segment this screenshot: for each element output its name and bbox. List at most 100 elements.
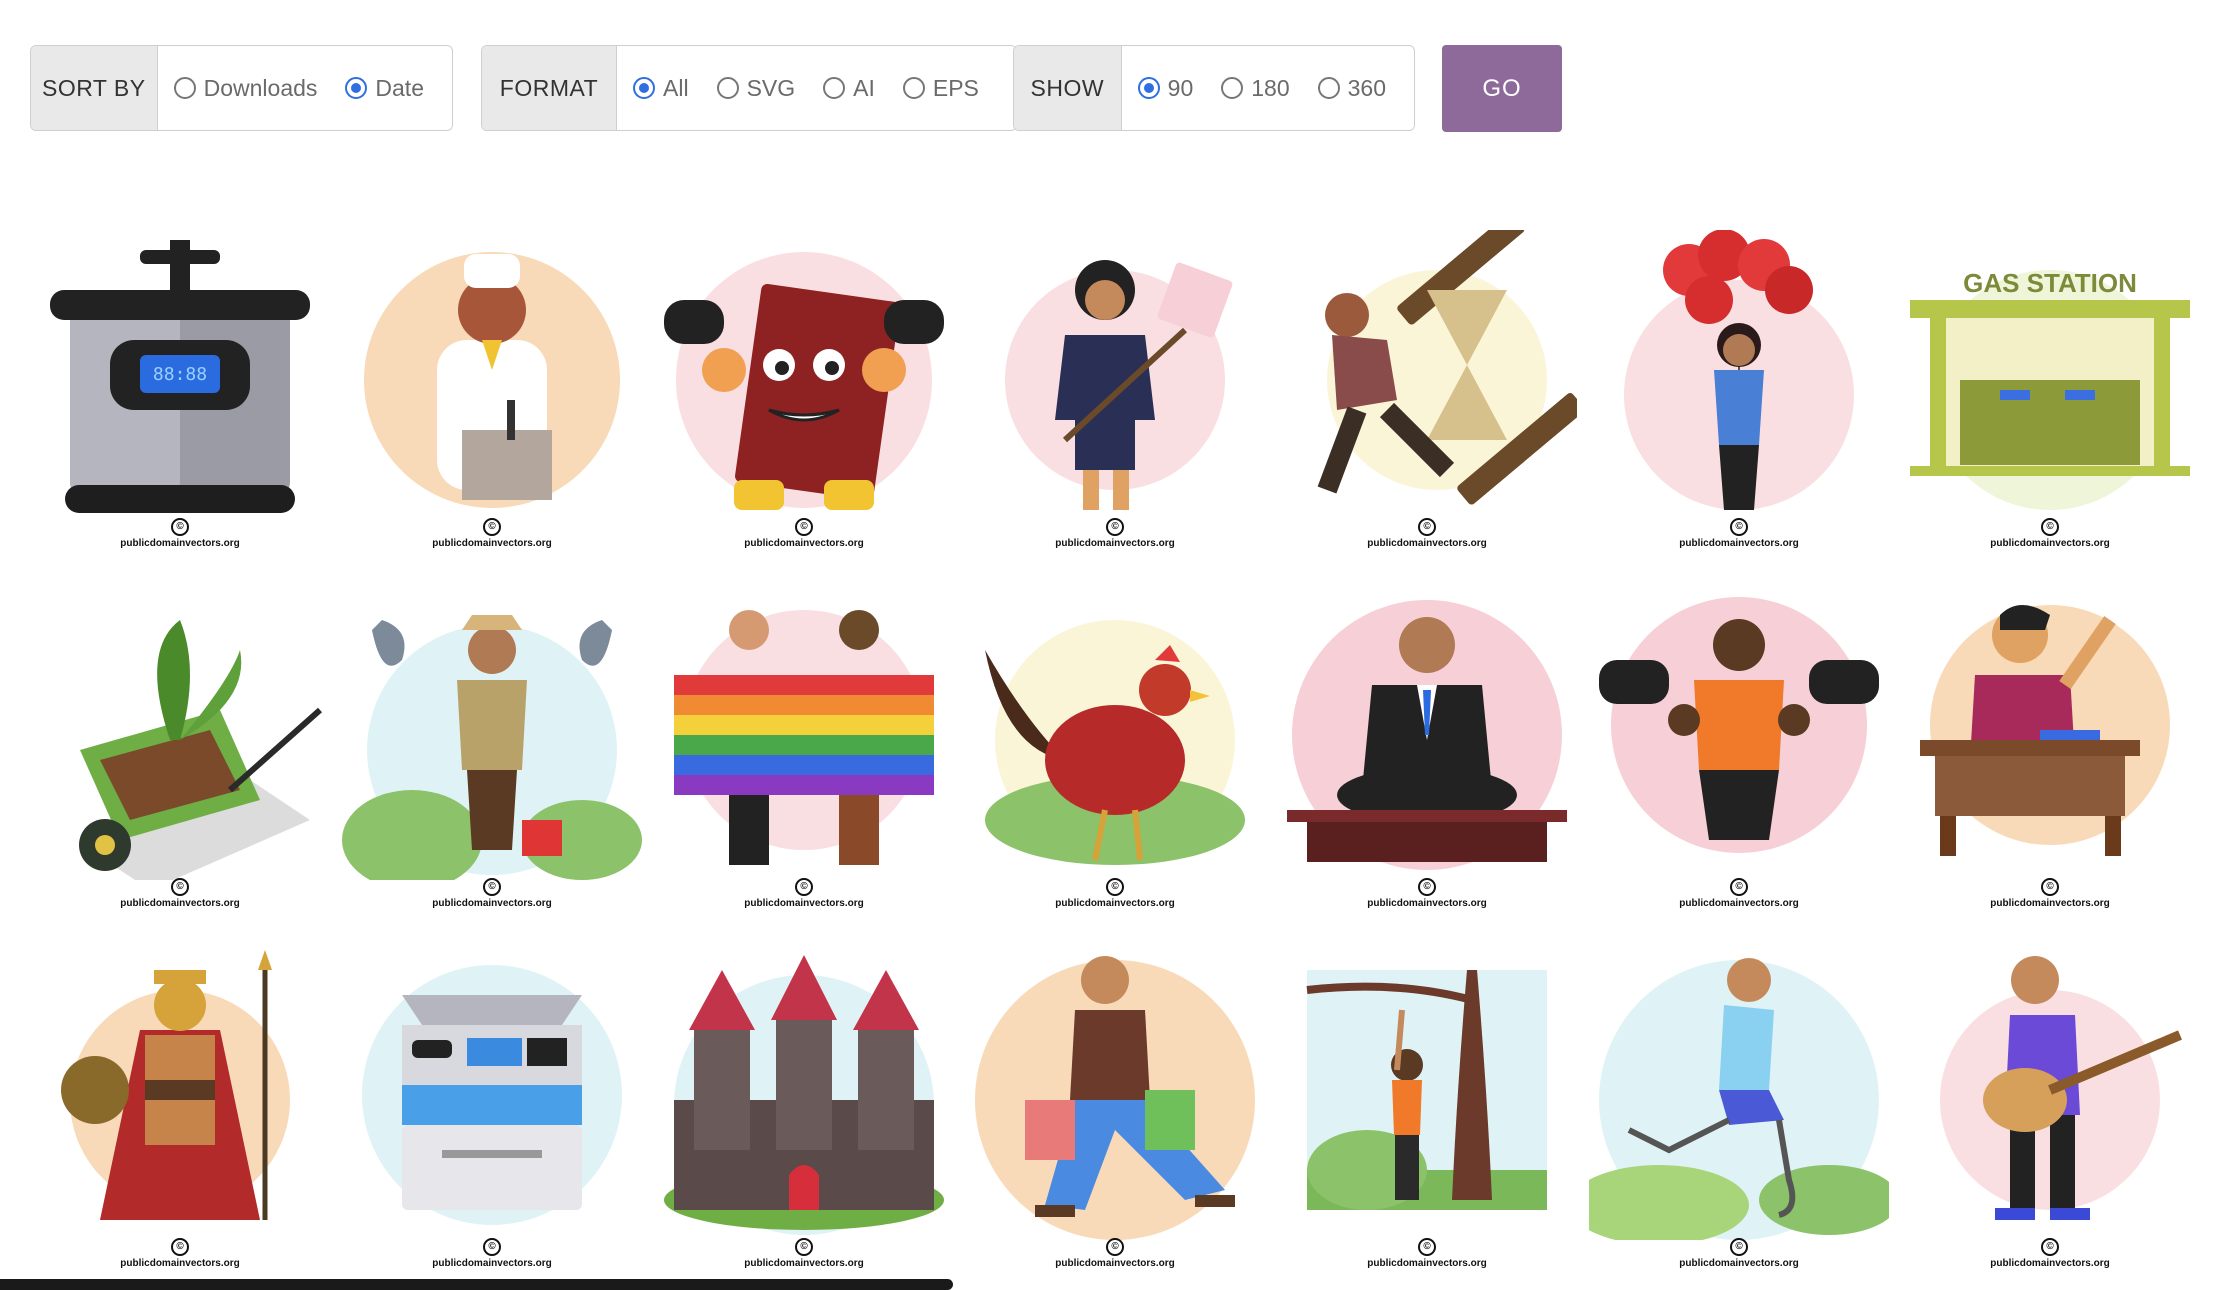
watermark-site: publicdomainvectors.org: [120, 1258, 240, 1269]
radio-label: AI: [853, 74, 875, 101]
gallery-item[interactable]: © publicdomainvectors.org: [965, 590, 1265, 910]
watermark-credit: © publicdomainvectors.org: [1589, 876, 1889, 909]
rooster-icon[interactable]: [965, 590, 1265, 880]
gallery-item[interactable]: © publicdomainvectors.org: [342, 590, 642, 910]
woman-with-sign-icon[interactable]: [965, 230, 1265, 520]
gallery-item[interactable]: © publicdomainvectors.org: [1277, 230, 1577, 550]
runner-prosthetic-legs-icon[interactable]: [1589, 950, 1889, 1240]
gallery-item[interactable]: © publicdomainvectors.org: [342, 230, 642, 550]
format-eps-radio[interactable]: EPS: [902, 75, 979, 102]
watermark-credit: © publicdomainvectors.org: [1900, 516, 2200, 549]
guitar-player-icon[interactable]: [1900, 950, 2200, 1240]
wheelbarrow-plant-icon[interactable]: [30, 590, 330, 880]
watermark-site: publicdomainvectors.org: [1990, 538, 2110, 549]
watermark-credit: © publicdomainvectors.org: [654, 516, 954, 549]
student-at-desk-icon[interactable]: [1900, 590, 2200, 880]
rainbow-flag-people-icon[interactable]: [654, 590, 954, 880]
gallery-item[interactable]: © publicdomainvectors.org: [1277, 590, 1577, 910]
copyright-icon: ©: [1418, 878, 1436, 896]
horizontal-scrollbar[interactable]: [0, 1279, 953, 1290]
sort-by-label: SORT BY: [31, 46, 158, 130]
copyright-icon: ©: [1106, 1238, 1124, 1256]
copyright-icon: ©: [483, 878, 501, 896]
gallery-item[interactable]: © publicdomainvectors.org: [1900, 950, 2200, 1270]
format-ai-radio[interactable]: AI: [823, 75, 875, 102]
watermark-credit: © publicdomainvectors.org: [1900, 1236, 2200, 1269]
watermark-site: publicdomainvectors.org: [432, 898, 552, 909]
gallery-item[interactable]: © publicdomainvectors.org: [1589, 230, 1889, 550]
radio-circle[interactable]: [902, 77, 925, 99]
gallery-item[interactable]: © publicdomainvectors.org: [1900, 590, 2200, 910]
watermark-credit: © publicdomainvectors.org: [1900, 876, 2200, 909]
chef-cooking-icon[interactable]: [342, 230, 642, 520]
gallery-item[interactable]: © publicdomainvectors.org: [654, 230, 954, 550]
gallery-item[interactable]: © publicdomainvectors.org: [1277, 950, 1577, 1270]
radio-circle[interactable]: [1137, 77, 1160, 99]
watermark-credit: © publicdomainvectors.org: [1589, 516, 1889, 549]
watermark-credit: © publicdomainvectors.org: [654, 876, 954, 909]
format-all-radio[interactable]: All: [633, 75, 689, 102]
watermark-site: publicdomainvectors.org: [744, 1258, 864, 1269]
watermark-site: publicdomainvectors.org: [744, 538, 864, 549]
copyright-icon: ©: [483, 518, 501, 536]
radio-circle[interactable]: [1317, 77, 1340, 99]
radio-circle[interactable]: [345, 77, 368, 99]
watermark-site: publicdomainvectors.org: [120, 898, 240, 909]
book-lifting-dumbbells-icon[interactable]: [654, 230, 954, 520]
gallery-item[interactable]: © publicdomainvectors.org: [965, 230, 1265, 550]
svg-text:88:88: 88:88: [153, 364, 207, 385]
man-shopping-bags-icon[interactable]: [965, 950, 1265, 1240]
radio-circle[interactable]: [1221, 77, 1244, 99]
go-button[interactable]: GO: [1442, 45, 1562, 132]
gallery-item[interactable]: © publicdomainvectors.org: [30, 590, 330, 910]
gallery-item[interactable]: © publicdomainvectors.org: [654, 590, 954, 910]
copyright-icon: ©: [1418, 1238, 1436, 1256]
fisherman-icon[interactable]: [342, 590, 642, 880]
radio-label: Downloads: [203, 74, 318, 101]
gallery-item[interactable]: © publicdomainvectors.org: [654, 950, 954, 1270]
copyright-icon: ©: [1418, 518, 1436, 536]
castle-icon[interactable]: [654, 950, 954, 1240]
man-pruning-tree-icon[interactable]: [1277, 950, 1577, 1240]
show-label: SHOW: [1014, 46, 1122, 130]
gallery-item[interactable]: © publicdomainvectors.org: [965, 950, 1265, 1270]
watermark-credit: © publicdomainvectors.org: [30, 1236, 330, 1269]
show-options: 90 180 360: [1122, 46, 1414, 130]
watermark-site: publicdomainvectors.org: [1990, 1258, 2110, 1269]
woman-with-heart-balloons-icon[interactable]: [1589, 230, 1889, 520]
watermark-site: publicdomainvectors.org: [1367, 1258, 1487, 1269]
format-options: All SVG AI EPS: [617, 46, 1007, 130]
pressure-cooker-icon[interactable]: 88:88: [30, 230, 330, 520]
copyright-icon: ©: [483, 1238, 501, 1256]
filter-toolbar: SORT BY Downloads Date FORMAT All SVG AI…: [30, 45, 1570, 132]
format-svg-radio[interactable]: SVG: [716, 75, 795, 102]
printer-copier-icon[interactable]: [342, 950, 642, 1240]
radio-circle[interactable]: [823, 77, 846, 99]
watermark-credit: © publicdomainvectors.org: [342, 876, 642, 909]
spartan-warrior-icon[interactable]: [30, 950, 330, 1240]
radio-circle[interactable]: [633, 77, 655, 99]
watermark-credit: © publicdomainvectors.org: [30, 516, 330, 549]
copyright-icon: ©: [171, 878, 189, 896]
gallery-item[interactable]: © publicdomainvectors.org: [342, 950, 642, 1270]
gallery-item[interactable]: © publicdomainvectors.org: [1589, 950, 1889, 1270]
woman-lifting-dumbbells-icon[interactable]: [1589, 590, 1889, 880]
watermark-credit: © publicdomainvectors.org: [1277, 1236, 1577, 1269]
sort-date-radio[interactable]: Date: [345, 75, 424, 102]
gallery-item[interactable]: © publicdomainvectors.org: [30, 950, 330, 1270]
radio-circle[interactable]: [716, 77, 739, 99]
copyright-icon: ©: [795, 1238, 813, 1256]
watermark-credit: © publicdomainvectors.org: [965, 516, 1265, 549]
radio-circle[interactable]: [173, 77, 196, 99]
gas-station-icon[interactable]: GAS STATION: [1900, 230, 2200, 520]
show-360-radio[interactable]: 360: [1317, 75, 1386, 102]
gallery-item[interactable]: 88:88 © publicdomainvectors.org: [30, 230, 330, 550]
sort-downloads-radio[interactable]: Downloads: [173, 74, 318, 102]
show-180-radio[interactable]: 180: [1221, 75, 1290, 102]
show-90-radio[interactable]: 90: [1137, 75, 1193, 102]
man-carrying-hourglass-icon[interactable]: [1277, 230, 1577, 520]
businessman-meditating-icon[interactable]: [1277, 590, 1577, 880]
gallery-item[interactable]: GAS STATION © publicdomainvectors.org: [1900, 230, 2200, 550]
watermark-site: publicdomainvectors.org: [1679, 1258, 1799, 1269]
gallery-item[interactable]: © publicdomainvectors.org: [1589, 590, 1889, 910]
